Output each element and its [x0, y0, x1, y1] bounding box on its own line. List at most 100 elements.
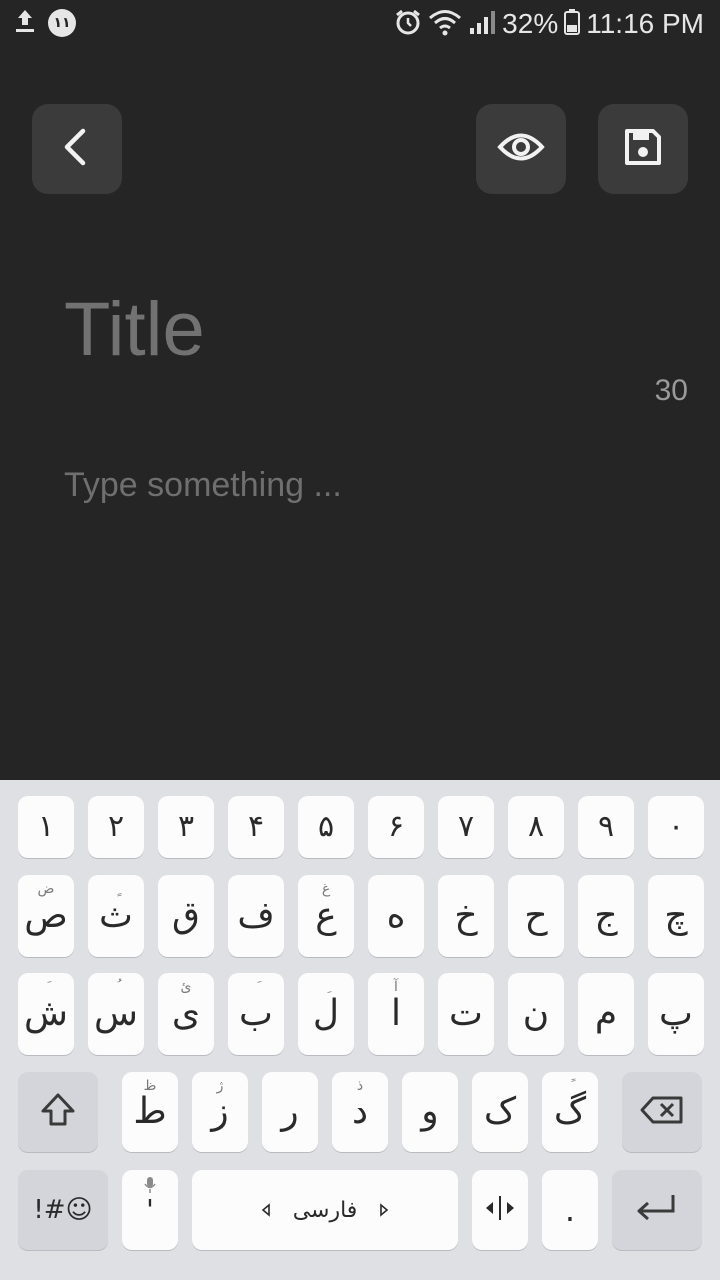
- key-label: پ: [659, 993, 693, 1034]
- key-hint: ذ: [356, 1078, 364, 1094]
- eye-icon: [497, 130, 545, 168]
- preview-button[interactable]: [476, 104, 566, 194]
- battery-icon: [564, 8, 581, 40]
- key-label: ه: [386, 895, 406, 936]
- letter-key[interactable]: ظط: [122, 1072, 178, 1152]
- letter-key[interactable]: ت: [438, 973, 494, 1055]
- number-key[interactable]: ۳: [158, 796, 214, 858]
- backspace-icon: [639, 1095, 685, 1129]
- letter-key[interactable]: و: [402, 1072, 458, 1152]
- key-label: ف: [237, 895, 275, 936]
- key-label: ۴: [247, 809, 265, 844]
- enter-key[interactable]: [612, 1170, 702, 1250]
- key-label: ح: [524, 895, 548, 936]
- letter-key[interactable]: ح: [508, 875, 564, 957]
- key-label: ع: [315, 895, 337, 936]
- letter-key[interactable]: ُس: [88, 973, 144, 1055]
- floppy-disk-icon: [623, 127, 663, 171]
- letter-key[interactable]: ًگ: [542, 1072, 598, 1152]
- backspace-key[interactable]: [622, 1072, 702, 1152]
- key-label: ت: [449, 993, 483, 1034]
- letter-key[interactable]: ژز: [192, 1072, 248, 1152]
- letter-key[interactable]: چ: [648, 875, 704, 957]
- key-hint: غ: [321, 881, 331, 897]
- letter-key[interactable]: ذد: [332, 1072, 388, 1152]
- key-label: ن: [522, 993, 550, 1034]
- letter-key[interactable]: ه: [368, 875, 424, 957]
- number-key[interactable]: ۱: [18, 796, 74, 858]
- letter-key[interactable]: پ: [648, 973, 704, 1055]
- note-body-input[interactable]: Type something ...: [64, 466, 342, 505]
- alarm-icon: [394, 8, 422, 40]
- key-hint: َ: [228, 979, 284, 995]
- number-key[interactable]: ۴: [228, 796, 284, 858]
- key-label: ج: [594, 895, 618, 936]
- save-button[interactable]: [598, 104, 688, 194]
- letter-key[interactable]: َب: [228, 973, 284, 1055]
- key-label: گ: [553, 1091, 587, 1132]
- key-hint: ژ: [216, 1078, 224, 1094]
- letter-key[interactable]: ر: [262, 1072, 318, 1152]
- comma-key[interactable]: ': [122, 1170, 178, 1250]
- enter-icon: [633, 1191, 681, 1229]
- key-label: ط: [133, 1091, 167, 1132]
- signal-icon: [468, 8, 496, 40]
- key-hint: ٍ: [88, 881, 144, 897]
- key-hint: ض: [37, 881, 55, 897]
- key-label: ق: [172, 895, 200, 936]
- letter-key[interactable]: ِل: [298, 973, 354, 1055]
- number-key[interactable]: ۹: [578, 796, 634, 858]
- mic-icon: [122, 1176, 178, 1198]
- letter-key[interactable]: غع: [298, 875, 354, 957]
- number-key[interactable]: ۰: [648, 796, 704, 858]
- key-label: ۷: [457, 809, 475, 844]
- cursor-key[interactable]: [472, 1170, 528, 1250]
- space-key[interactable]: فارسی: [192, 1170, 458, 1250]
- key-label: ۵: [317, 809, 335, 844]
- key-hint: ً: [542, 1078, 598, 1094]
- shift-icon: [38, 1090, 78, 1134]
- letter-key[interactable]: ج: [578, 875, 634, 957]
- character-counter: 30: [654, 374, 688, 407]
- title-input[interactable]: Title: [64, 286, 205, 373]
- back-button[interactable]: [32, 104, 122, 194]
- key-hint: آ: [394, 979, 398, 995]
- key-label: ۳: [177, 809, 195, 844]
- key-label: م: [594, 993, 618, 1034]
- number-key[interactable]: ۲: [88, 796, 144, 858]
- symbols-key[interactable]: !#☺: [18, 1170, 108, 1250]
- number-key[interactable]: ۷: [438, 796, 494, 858]
- number-key[interactable]: ۸: [508, 796, 564, 858]
- letter-key[interactable]: ف: [228, 875, 284, 957]
- letter-key[interactable]: م: [578, 973, 634, 1055]
- key-label: ۹: [597, 809, 615, 844]
- arrow-right-icon: [379, 1198, 389, 1223]
- letter-key[interactable]: ک: [472, 1072, 528, 1152]
- letter-key[interactable]: ئی: [158, 973, 214, 1055]
- key-label: ز: [211, 1091, 229, 1132]
- key-label: ۸: [527, 809, 545, 844]
- letter-key[interactable]: خ: [438, 875, 494, 957]
- letter-key[interactable]: ٍث: [88, 875, 144, 957]
- key-label: ۱: [37, 809, 55, 844]
- letter-key[interactable]: آا: [368, 973, 424, 1055]
- key-label: ث: [99, 895, 133, 936]
- letter-key[interactable]: َش: [18, 973, 74, 1055]
- key-hint: ظ: [143, 1078, 157, 1094]
- keyboard: !#☺ ' فارسی . ۱۲۳۴۵۶۷۸۹۰ضصٍثقفغعهخحجچَشُ…: [0, 780, 720, 1280]
- key-hint: َ: [18, 979, 74, 995]
- letter-key[interactable]: ضص: [18, 875, 74, 957]
- cursor-move-icon: [482, 1193, 518, 1227]
- language-label: فارسی: [292, 1197, 358, 1223]
- key-hint: ُ: [88, 979, 144, 995]
- period-key[interactable]: .: [542, 1170, 598, 1250]
- shift-key[interactable]: [18, 1072, 98, 1152]
- wifi-icon: [428, 8, 462, 40]
- battery-percent: 32%: [502, 8, 559, 39]
- number-key[interactable]: ۵: [298, 796, 354, 858]
- letter-key[interactable]: ن: [508, 973, 564, 1055]
- key-label: ۰: [667, 809, 685, 844]
- letter-key[interactable]: ق: [158, 875, 214, 957]
- key-label: ش: [24, 993, 68, 1034]
- number-key[interactable]: ۶: [368, 796, 424, 858]
